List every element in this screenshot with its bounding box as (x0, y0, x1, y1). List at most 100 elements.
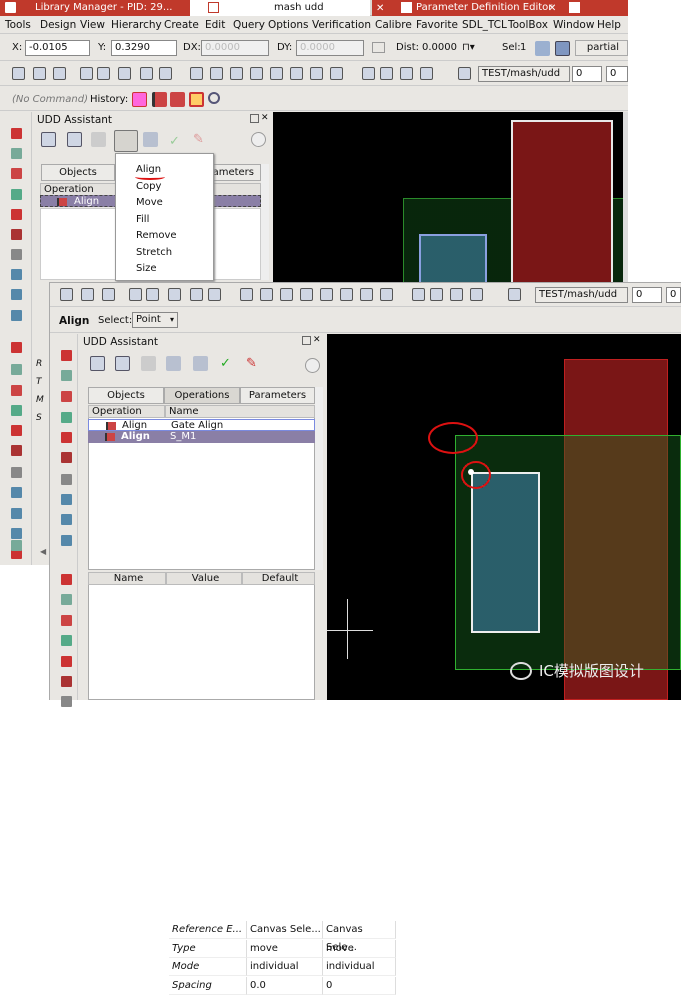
zoom-icon[interactable] (260, 288, 273, 301)
tool-icon[interactable] (11, 508, 22, 519)
add-operation-icon[interactable] (166, 356, 181, 371)
float-icon[interactable] (250, 114, 259, 123)
tool-icon[interactable] (11, 445, 22, 456)
run-arrow-icon[interactable] (305, 358, 320, 373)
tool-icon[interactable] (61, 656, 72, 667)
side-scroll-arrow[interactable]: ◀ (40, 547, 46, 556)
print-icon[interactable] (146, 288, 159, 301)
align-icon[interactable] (152, 92, 167, 107)
save-as-icon[interactable] (129, 288, 142, 301)
select-mode-dropdown[interactable]: Point ▾ (132, 312, 178, 328)
tool-icon[interactable] (61, 696, 72, 707)
zoom-box-icon[interactable] (270, 67, 283, 80)
tool-icon[interactable] (61, 615, 72, 626)
tool-icon[interactable] (61, 412, 72, 423)
run-icon[interactable]: ✎ (193, 132, 208, 147)
tool-icon[interactable] (11, 269, 22, 280)
menu-query[interactable]: Query (233, 16, 265, 34)
close-icon[interactable]: ✕ (376, 1, 384, 16)
tool-icon[interactable] (61, 635, 72, 646)
layout-canvas-front[interactable] (327, 334, 681, 700)
check-icon[interactable]: ✓ (220, 356, 235, 371)
zoom-box-icon[interactable] (320, 288, 333, 301)
menu-item-move[interactable]: Move (116, 195, 213, 212)
menu-item-fill[interactable]: Fill (116, 212, 213, 229)
zoom-in-icon[interactable] (190, 67, 203, 80)
param-value-cell[interactable]: Canvas Sele... (247, 921, 323, 939)
tool-icon[interactable] (11, 342, 22, 353)
edit-icon[interactable] (143, 132, 158, 147)
teal-layer-rect[interactable] (419, 234, 487, 282)
layer-up-icon[interactable] (380, 67, 393, 80)
depth-end-field[interactable]: 0 (606, 66, 628, 82)
save-as-icon[interactable] (80, 67, 93, 80)
save-icon[interactable] (458, 67, 471, 80)
save-icon[interactable] (12, 67, 25, 80)
tool-icon[interactable] (61, 432, 72, 443)
layer-icon[interactable] (412, 288, 425, 301)
tool-icon[interactable] (61, 350, 72, 361)
tab-objects-front[interactable]: Objects (88, 387, 164, 404)
menu-tools[interactable]: Tools (5, 16, 31, 34)
save-icon[interactable] (508, 288, 521, 301)
redraw-icon[interactable] (310, 67, 323, 80)
layer-icon[interactable] (362, 67, 375, 80)
tool-icon[interactable] (11, 467, 22, 478)
add-operation-icon[interactable] (114, 130, 138, 152)
layer-all-icon[interactable] (470, 288, 483, 301)
snap-icon[interactable]: ⊓▾ (462, 42, 475, 53)
menu-help[interactable]: Help (597, 16, 621, 34)
tool-icon[interactable] (11, 189, 22, 200)
select-area-icon[interactable] (555, 41, 570, 56)
pan-icon[interactable] (290, 67, 303, 80)
tool-icon[interactable] (11, 487, 22, 498)
history-icon[interactable] (132, 92, 147, 107)
route-icon[interactable] (159, 67, 172, 80)
command-placeholder[interactable]: (No Command) (12, 94, 88, 105)
param-value-cell[interactable]: 0.0 (247, 976, 323, 995)
scroll-track[interactable] (261, 164, 269, 280)
zoom-fit-icon[interactable] (250, 67, 263, 80)
save-icon[interactable] (60, 288, 73, 301)
camera-icon[interactable] (168, 288, 181, 301)
x-coordinate-field[interactable]: -0.0105 (25, 40, 90, 56)
layout-canvas-back[interactable] (273, 112, 623, 282)
align-icon[interactable] (170, 92, 185, 107)
open-icon[interactable] (81, 288, 94, 301)
menu-design[interactable]: Design (40, 16, 76, 34)
layer-down-icon[interactable] (400, 67, 413, 80)
zoom-in-icon[interactable] (240, 288, 253, 301)
check-icon[interactable]: ✓ (169, 134, 184, 149)
layer-down-icon[interactable] (450, 288, 463, 301)
teal-layer-rect[interactable] (471, 472, 540, 633)
depth-end-field-front[interactable]: 0 (666, 287, 681, 303)
marker-icon[interactable] (380, 288, 393, 301)
menu-verification[interactable]: Verification (312, 16, 371, 34)
menu-item-stretch[interactable]: Stretch (116, 245, 213, 262)
cellview-field[interactable]: TEST/mash/udd (478, 66, 570, 82)
grid-icon[interactable] (140, 67, 153, 80)
marker-icon[interactable] (330, 67, 343, 80)
menu-options[interactable]: Options (268, 16, 309, 34)
menu-window[interactable]: Window (553, 16, 594, 34)
canvas-scrollbar[interactable] (623, 112, 628, 282)
tool-icon[interactable] (61, 494, 72, 505)
run-arrow-icon[interactable] (251, 132, 266, 147)
tool-icon[interactable] (11, 405, 22, 416)
partial-select[interactable]: partial (575, 40, 628, 56)
operation-row[interactable]: Align Gate Align (88, 419, 315, 431)
folder-icon[interactable] (53, 67, 66, 80)
tool-icon[interactable] (11, 229, 22, 240)
tool-icon[interactable] (11, 209, 22, 220)
depth-start-field-front[interactable]: 0 (632, 287, 662, 303)
tool-icon[interactable] (11, 289, 22, 300)
cellview-field-front[interactable]: TEST/mash/udd (535, 287, 628, 303)
select-icon[interactable] (535, 41, 550, 56)
menu-edit[interactable]: Edit (205, 16, 225, 34)
tab-operations-front[interactable]: Operations (164, 387, 240, 404)
tab-objects[interactable]: Objects (41, 164, 115, 181)
ruler-icon[interactable] (372, 42, 385, 53)
close-icon[interactable]: ✕ (313, 335, 321, 345)
run-icon[interactable]: ✎ (246, 356, 261, 371)
tab-parameters-front[interactable]: Parameters (240, 387, 315, 404)
